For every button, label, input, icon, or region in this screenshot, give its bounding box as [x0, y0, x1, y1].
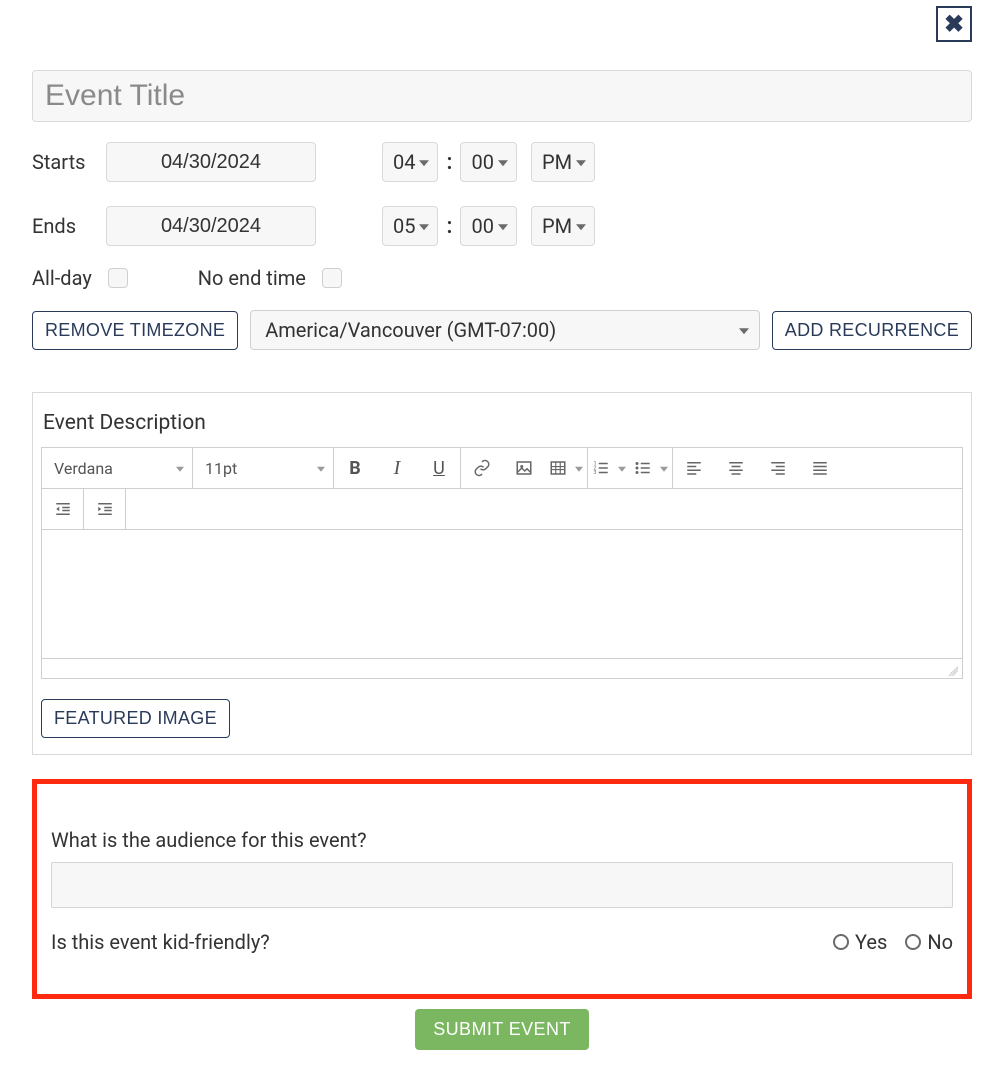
radio-circle-icon — [833, 934, 849, 950]
link-button[interactable] — [461, 448, 503, 488]
start-ampm-value: PM — [542, 150, 572, 174]
description-label: Event Description — [43, 411, 963, 435]
align-right-button[interactable] — [757, 448, 799, 488]
starts-label: Starts — [32, 150, 92, 174]
outdent-button[interactable] — [42, 489, 84, 529]
start-minute-value: 00 — [471, 150, 493, 174]
event-title-input[interactable] — [32, 70, 972, 122]
image-button[interactable] — [503, 448, 545, 488]
yes-label: Yes — [855, 930, 887, 954]
custom-questions-section: What is the audience for this event? Is … — [32, 779, 972, 999]
start-hour-value: 04 — [393, 150, 415, 174]
audience-input[interactable] — [51, 862, 953, 908]
align-right-icon — [769, 459, 787, 477]
end-minute-value: 00 — [471, 214, 493, 238]
unordered-list-icon — [634, 459, 652, 477]
indent-button[interactable] — [84, 489, 126, 529]
allday-label: All-day — [32, 266, 92, 290]
indent-icon — [96, 500, 114, 518]
timezone-select[interactable]: America/Vancouver (GMT-07:00) — [250, 310, 760, 350]
underline-button[interactable]: U — [418, 448, 460, 488]
end-hour-value: 05 — [393, 214, 415, 238]
font-size-value: 11pt — [205, 459, 237, 478]
align-center-button[interactable] — [715, 448, 757, 488]
submit-event-button[interactable]: SUBMIT EVENT — [415, 1009, 589, 1050]
link-icon — [473, 459, 491, 477]
unordered-list-button[interactable] — [630, 448, 672, 488]
ordered-list-icon: 123 — [592, 459, 610, 477]
add-recurrence-button[interactable]: ADD RECURRENCE — [772, 311, 972, 350]
remove-timezone-button[interactable]: REMOVE TIMEZONE — [32, 311, 238, 350]
close-button[interactable]: ✖ — [936, 6, 972, 42]
timezone-value: America/Vancouver (GMT-07:00) — [265, 318, 556, 342]
end-ampm-value: PM — [542, 214, 572, 238]
start-date-input[interactable] — [106, 142, 316, 182]
table-icon — [549, 459, 567, 477]
noend-label: No end time — [198, 266, 306, 290]
align-center-icon — [727, 459, 745, 477]
align-justify-icon — [811, 459, 829, 477]
end-minute-select[interactable]: 00 — [460, 206, 516, 246]
kid-friendly-no-radio[interactable]: No — [905, 930, 953, 954]
kid-friendly-question-label: Is this event kid-friendly? — [51, 930, 270, 954]
no-label: No — [927, 930, 953, 954]
rich-text-editor: Verdana 11pt B I U — [41, 447, 963, 679]
allday-checkbox[interactable] — [108, 268, 128, 288]
align-left-icon — [685, 459, 703, 477]
editor-resize-handle[interactable] — [42, 658, 962, 678]
kid-friendly-yes-radio[interactable]: Yes — [833, 930, 887, 954]
ends-label: Ends — [32, 214, 92, 238]
table-button[interactable] — [545, 448, 587, 488]
featured-image-button[interactable]: FEATURED IMAGE — [41, 699, 230, 738]
end-date-input[interactable] — [106, 206, 316, 246]
svg-text:3: 3 — [594, 470, 597, 476]
audience-question-label: What is the audience for this event? — [51, 828, 953, 852]
end-ampm-select[interactable]: PM — [531, 206, 595, 246]
end-hour-select[interactable]: 05 — [382, 206, 438, 246]
start-hour-select[interactable]: 04 — [382, 142, 438, 182]
start-minute-select[interactable]: 00 — [460, 142, 516, 182]
italic-button[interactable]: I — [376, 448, 418, 488]
radio-circle-icon — [905, 934, 921, 950]
outdent-icon — [54, 500, 72, 518]
editor-body[interactable] — [42, 530, 962, 658]
image-icon — [515, 459, 533, 477]
font-size-select[interactable]: 11pt — [193, 448, 333, 488]
font-family-select[interactable]: Verdana — [42, 448, 192, 488]
time-separator: : — [446, 150, 452, 175]
font-family-value: Verdana — [54, 459, 113, 478]
close-icon: ✖ — [944, 10, 964, 38]
noend-checkbox[interactable] — [322, 268, 342, 288]
align-left-button[interactable] — [673, 448, 715, 488]
start-ampm-select[interactable]: PM — [531, 142, 595, 182]
align-justify-button[interactable] — [799, 448, 841, 488]
ordered-list-button[interactable]: 123 — [588, 448, 630, 488]
time-separator: : — [446, 214, 452, 239]
bold-button[interactable]: B — [334, 448, 376, 488]
